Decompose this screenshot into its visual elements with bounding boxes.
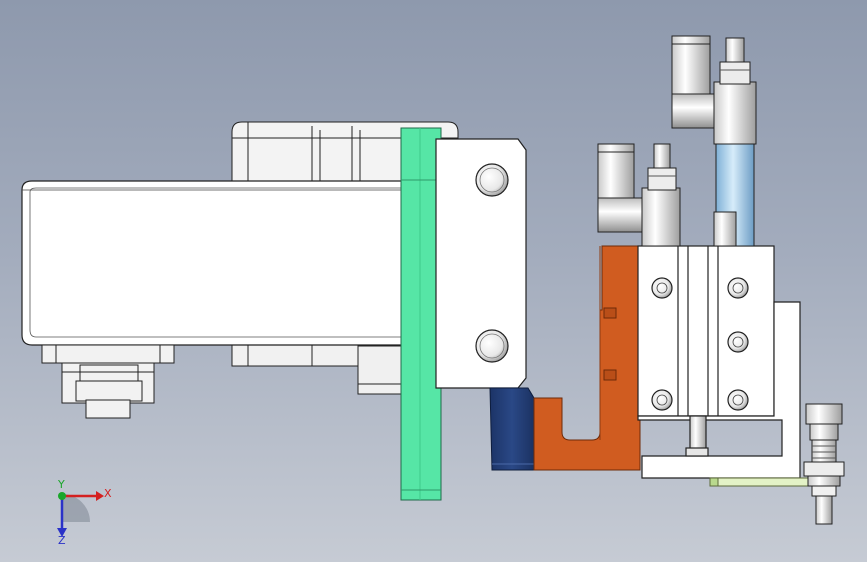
piston-rod — [689, 415, 707, 451]
y-axis-label: Y — [57, 478, 65, 491]
shaft-guide-lime — [709, 477, 811, 487]
z-axis-label: Z — [58, 534, 66, 547]
cylinder-block[interactable] — [637, 245, 775, 417]
bolt-boss-top — [475, 163, 509, 197]
air-fitting-right[interactable] — [671, 35, 757, 247]
cad-viewport[interactable]: X Y Z — [0, 0, 867, 562]
bracket-navy[interactable] — [489, 387, 535, 471]
x-axis-label: X — [104, 487, 112, 500]
air-fitting-left[interactable] — [597, 143, 681, 247]
motor-body[interactable] — [21, 180, 435, 346]
bracket-orange[interactable] — [533, 245, 641, 471]
assembly-drawing[interactable]: X Y Z — [0, 0, 867, 562]
coordinate-triad: X Y Z — [57, 478, 112, 547]
bolt-boss-bottom — [475, 329, 509, 363]
flange-plate[interactable] — [435, 138, 527, 389]
mounting-plate-green[interactable] — [400, 127, 442, 501]
cable-connector[interactable] — [41, 344, 175, 419]
y-axis-marker — [58, 492, 66, 500]
adjust-screw-fitting[interactable] — [803, 403, 845, 525]
